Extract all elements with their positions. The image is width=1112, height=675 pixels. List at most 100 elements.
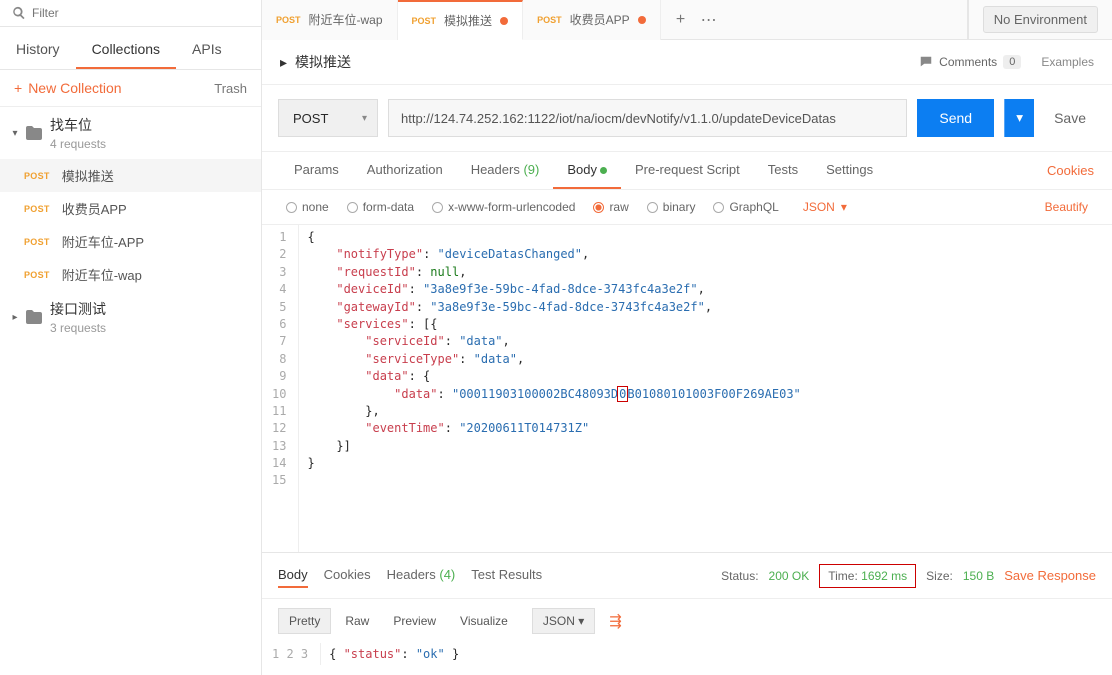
resp-tab-cookies[interactable]: Cookies (324, 563, 371, 588)
radio-icon (347, 202, 358, 213)
cookies-button[interactable]: Cookies (1047, 153, 1094, 188)
tab-options-button[interactable]: ⋯ (697, 8, 721, 32)
request-tab[interactable]: POST模拟推送 (398, 0, 524, 40)
sidebar-request[interactable]: POST收费员APP (0, 192, 261, 225)
save-button[interactable]: Save (1044, 110, 1096, 126)
chevron-right-icon: ▸ (280, 54, 287, 71)
resp-format-dropdown[interactable]: JSON ▾ (532, 608, 595, 634)
collection-sub: 4 requests (50, 137, 106, 151)
request-title: 模拟推送 (295, 52, 351, 72)
status-label: Status: (721, 569, 758, 583)
bodytype-graphql[interactable]: GraphQL (713, 200, 778, 214)
new-tab-button[interactable]: + (669, 8, 693, 32)
sidebar-request[interactable]: POST附近车位-wap (0, 258, 261, 291)
comments-button[interactable]: Comments 0 (919, 55, 1021, 69)
response-time: Time: 1692 ms (819, 564, 916, 588)
tab-authorization[interactable]: Authorization (353, 152, 457, 189)
comments-count: 0 (1003, 55, 1021, 69)
radio-icon (286, 202, 297, 213)
plus-icon: + (14, 80, 22, 96)
method-badge: POST (537, 15, 562, 25)
collection-name: 接口测试 (50, 299, 106, 319)
request-tab[interactable]: POST收费员APP (523, 0, 661, 40)
method-badge: POST (24, 270, 50, 280)
tab-apis[interactable]: APIs (176, 27, 238, 69)
save-response-button[interactable]: Save Response (1004, 568, 1096, 583)
collection-sub: 3 requests (50, 321, 106, 335)
request-header: ▸ 模拟推送 Comments 0 Examples (262, 40, 1112, 85)
filter-input[interactable] (32, 6, 249, 20)
trash-button[interactable]: Trash (214, 81, 247, 96)
radio-icon (713, 202, 724, 213)
send-button[interactable]: Send (917, 99, 994, 137)
sidebar-request[interactable]: POST模拟推送 (0, 159, 261, 192)
bodytype-binary[interactable]: binary (647, 200, 696, 214)
request-tab[interactable]: POST附近车位-wap (262, 0, 398, 40)
collection-item[interactable]: ▸ 接口测试 3 requests (0, 291, 261, 343)
collection-name: 找车位 (50, 115, 106, 135)
topbar: POST附近车位-wap POST模拟推送 POST收费员APP + ⋯ No … (262, 0, 1112, 40)
tab-body[interactable]: Body (553, 152, 621, 189)
request-tabs: POST附近车位-wap POST模拟推送 POST收费员APP + ⋯ (262, 0, 968, 40)
resp-tab-headers[interactable]: Headers (4) (387, 563, 456, 588)
method-badge: POST (24, 237, 50, 247)
method-badge: POST (24, 171, 50, 181)
response-pane: Body Cookies Headers (4) Test Results St… (262, 552, 1112, 675)
chevron-right-icon: ▸ (10, 312, 20, 323)
method-dropdown[interactable]: POST (278, 99, 378, 137)
chevron-down-icon: ▾ (10, 128, 20, 139)
dirty-dot-icon (638, 16, 646, 24)
beautify-button[interactable]: Beautify (1045, 200, 1088, 214)
method-badge: POST (276, 15, 301, 25)
request-body-editor[interactable]: 1 2 3 4 5 6 7 8 9 10 11 12 13 14 15 { "n… (262, 225, 1112, 552)
url-input[interactable] (388, 99, 907, 137)
tab-history[interactable]: History (0, 27, 76, 69)
body-format-dropdown[interactable]: JSON▾ (803, 200, 847, 214)
chevron-down-icon: ▾ (841, 200, 847, 214)
radio-icon (593, 202, 604, 213)
status-value: 200 OK (769, 569, 810, 583)
resp-tab-body[interactable]: Body (278, 563, 308, 588)
resp-tab-tests[interactable]: Test Results (471, 563, 542, 588)
dirty-dot-icon (500, 17, 508, 25)
body-type-row: none form-data x-www-form-urlencoded raw… (262, 190, 1112, 225)
request-subtabs: Params Authorization Headers (9) Body Pr… (262, 152, 1112, 190)
send-dropdown[interactable]: ▾ (1004, 99, 1034, 137)
method-badge: POST (24, 204, 50, 214)
bodytype-urlencoded[interactable]: x-www-form-urlencoded (432, 200, 575, 214)
radio-icon (647, 202, 658, 213)
tab-params[interactable]: Params (280, 152, 353, 189)
main: POST附近车位-wap POST模拟推送 POST收费员APP + ⋯ No … (262, 0, 1112, 675)
active-dot-icon (600, 167, 607, 174)
tab-headers[interactable]: Headers (9) (457, 152, 554, 189)
resp-view-pretty[interactable]: Pretty (278, 608, 331, 634)
examples-button[interactable]: Examples (1041, 55, 1094, 69)
comment-icon (919, 55, 933, 69)
resp-view-raw[interactable]: Raw (335, 609, 379, 633)
wrap-lines-button[interactable]: ⇶ (599, 607, 632, 635)
bodytype-raw[interactable]: raw (593, 200, 628, 214)
folder-icon (26, 310, 42, 324)
size-label: Size: (926, 569, 953, 583)
new-collection-button[interactable]: + New Collection (14, 80, 122, 96)
sidebar-request[interactable]: POST附近车位-APP (0, 225, 261, 258)
radio-icon (432, 202, 443, 213)
size-value: 150 B (963, 569, 994, 583)
resp-view-preview[interactable]: Preview (383, 609, 446, 633)
resp-view-visualize[interactable]: Visualize (450, 609, 518, 633)
response-body-editor[interactable]: 1 2 3 { "status": "ok" } (262, 643, 1112, 675)
tab-prerequest[interactable]: Pre-request Script (621, 152, 754, 189)
tab-settings[interactable]: Settings (812, 152, 887, 189)
bodytype-none[interactable]: none (286, 200, 329, 214)
collection-item[interactable]: ▾ 找车位 4 requests (0, 107, 261, 159)
tab-collections[interactable]: Collections (76, 27, 176, 69)
sidebar: History Collections APIs + New Collectio… (0, 0, 262, 675)
bodytype-formdata[interactable]: form-data (347, 200, 414, 214)
sidebar-search[interactable] (0, 0, 261, 27)
folder-icon (26, 126, 42, 140)
method-badge: POST (412, 16, 437, 26)
url-row: POST Send ▾ Save (262, 85, 1112, 152)
tab-tests[interactable]: Tests (754, 152, 812, 189)
environment-selector[interactable]: No Environment (968, 0, 1112, 40)
search-icon (12, 6, 26, 20)
